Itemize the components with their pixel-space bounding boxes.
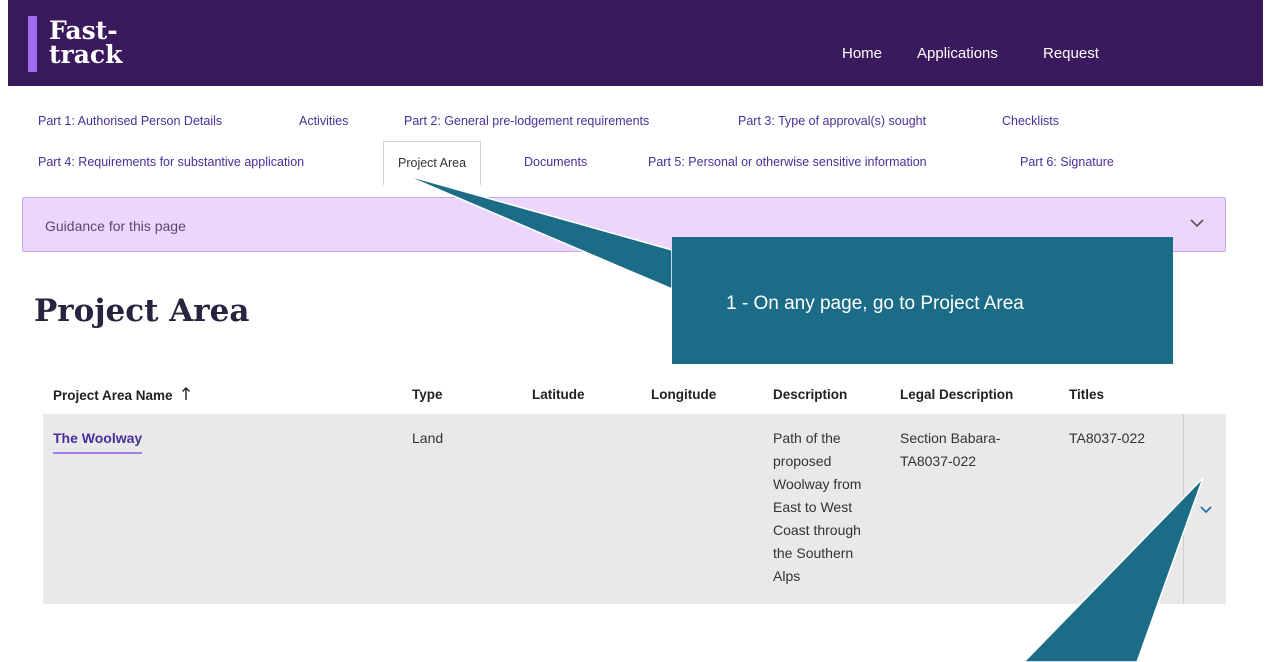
chevron-down-icon[interactable] [1187,213,1207,233]
nav-applications[interactable]: Applications [917,45,998,62]
col-header-titles[interactable]: Titles [1069,387,1104,402]
guidance-label: Guidance for this page [45,218,186,234]
col-header-name[interactable]: Project Area Name [53,387,191,403]
tab-checklists[interactable]: Checklists [1002,114,1059,128]
row-divider [1183,414,1184,604]
legal-line: TA8037-022 [900,453,977,469]
page-title: Project Area [34,293,250,329]
chevron-down-icon[interactable] [1197,500,1215,518]
table-row [43,414,1226,604]
description-line: Path of the [773,430,841,446]
app-header: Fast- track Home Applications Request [8,0,1263,86]
description-line: East to West [773,499,853,515]
arrow-up-icon [182,387,191,400]
tab-part2[interactable]: Part 2: General pre-lodgement requiremen… [404,114,649,128]
description-line: the Southern [773,545,854,561]
fast-track-logo[interactable]: Fast- track [28,16,122,72]
project-area-name-cell: The Woolway [53,427,143,454]
logo-text: Fast- track [49,16,122,72]
callout-box: 1 - On any page, go to Project Area [672,237,1173,364]
tab-part6[interactable]: Part 6: Signature [1020,155,1114,169]
col-header-latitude[interactable]: Latitude [532,387,585,402]
col-header-name-label: Project Area Name [53,388,173,403]
tab-part4[interactable]: Part 4: Requirements for substantive app… [38,155,304,169]
titles-cell: TA8037-022 [1069,430,1146,446]
tab-part3[interactable]: Part 3: Type of approval(s) sought [738,114,926,128]
tab-activities[interactable]: Activities [299,114,348,128]
col-header-description[interactable]: Description [773,387,847,402]
tab-documents[interactable]: Documents [524,155,587,169]
description-line: Alps [773,568,801,584]
col-header-legal-description[interactable]: Legal Description [900,387,1013,402]
tab-project-area[interactable]: Project Area [383,141,482,185]
nav-home[interactable]: Home [842,45,882,62]
description-line: Woolway from [773,476,862,492]
tab-part5[interactable]: Part 5: Personal or otherwise sensitive … [648,155,927,169]
logo-line-2: track [49,40,123,69]
description-line: Coast through [773,522,861,538]
description-cell: Path of the proposed Woolway from East t… [773,427,861,588]
callout-text: 1 - On any page, go to Project Area [726,293,1024,314]
nav-request[interactable]: Request [1043,45,1099,62]
col-header-longitude[interactable]: Longitude [651,387,716,402]
project-area-link[interactable]: The Woolway [53,430,143,454]
description-line: proposed [773,453,832,469]
col-header-type[interactable]: Type [412,387,443,402]
legal-description-cell: Section Babara- TA8037-022 [900,427,1000,473]
tab-part1[interactable]: Part 1: Authorised Person Details [38,114,222,128]
type-cell: Land [412,430,444,446]
logo-accent-bar [28,16,37,72]
legal-line: Section Babara- [900,430,1001,446]
